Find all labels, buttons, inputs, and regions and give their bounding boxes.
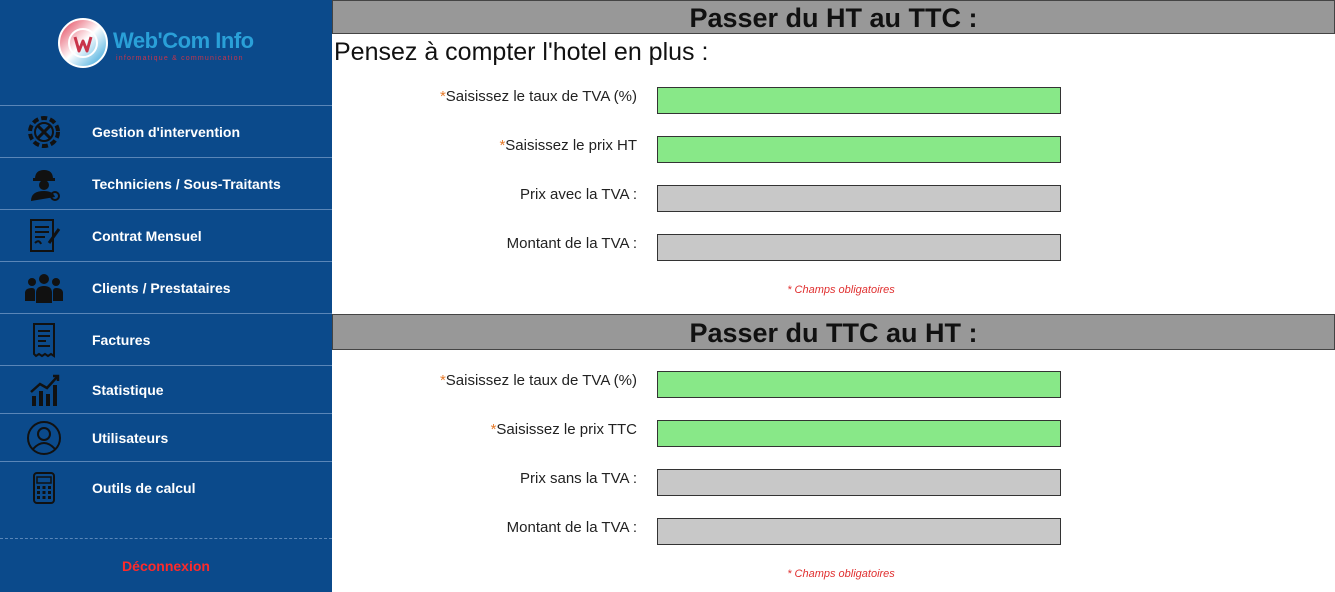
section-title-ht-ttc: Passer du HT au TTC :: [332, 0, 1335, 34]
brand-name: Web'Com Info: [113, 28, 254, 53]
main-content: Passer du HT au TTC : Pensez à compter l…: [332, 0, 1335, 592]
gear-x-icon: [24, 112, 64, 152]
hotel-reminder: Pensez à compter l'hotel en plus :: [334, 38, 709, 66]
group-icon: [24, 268, 64, 308]
sidebar-item-clients[interactable]: Clients / Prestataires: [0, 261, 332, 313]
tva-rate-label-2: *Saisissez le taux de TVA (%): [439, 372, 637, 389]
sidebar-item-gestion-intervention[interactable]: Gestion d'intervention: [0, 105, 332, 157]
sidebar-item-techniciens[interactable]: Techniciens / Sous-Traitants: [0, 157, 332, 209]
invoice-icon: [24, 320, 64, 360]
sidebar-item-label: Contrat Mensuel: [92, 227, 202, 244]
price-ttc-input[interactable]: [657, 420, 1061, 447]
tva-amount-output-2: [657, 518, 1061, 545]
price-ht-label: *Saisissez le prix HT: [499, 137, 637, 154]
sidebar-item-label: Outils de calcul: [92, 479, 196, 496]
technician-icon: [24, 164, 64, 204]
chart-icon: [24, 370, 64, 410]
sidebar-nav: Gestion d'intervention Techniciens / Sou…: [0, 105, 332, 513]
tva-amount-output: [657, 234, 1061, 261]
sidebar: Web'Com Info informatique & communicatio…: [0, 0, 332, 592]
sidebar-item-label: Clients / Prestataires: [92, 279, 231, 296]
section-title-ttc-ht: Passer du TTC au HT :: [332, 314, 1335, 350]
logout-link[interactable]: Déconnexion: [0, 558, 332, 574]
tva-amount-label: Montant de la TVA :: [506, 235, 637, 252]
tva-amount-label-2: Montant de la TVA :: [506, 519, 637, 536]
price-with-tva-output: [657, 185, 1061, 212]
user-icon: [24, 418, 64, 458]
logo[interactable]: Web'Com Info informatique & communicatio…: [58, 18, 278, 74]
required-fields-note: * Champs obligatoires: [787, 284, 895, 296]
price-with-tva-label: Prix avec la TVA :: [520, 186, 637, 203]
sidebar-item-outils-calcul[interactable]: Outils de calcul: [0, 461, 332, 513]
price-without-tva-output: [657, 469, 1061, 496]
price-ht-input[interactable]: [657, 136, 1061, 163]
sidebar-item-contrat-mensuel[interactable]: Contrat Mensuel: [0, 209, 332, 261]
sidebar-item-label: Gestion d'intervention: [92, 123, 241, 140]
sidebar-item-statistique[interactable]: Statistique: [0, 365, 332, 413]
calculator-icon: [24, 468, 64, 508]
contract-icon: [24, 216, 64, 256]
logo-emblem-icon: [58, 18, 108, 68]
sidebar-divider: [0, 538, 332, 539]
sidebar-item-label: Techniciens / Sous-Traitants: [92, 175, 281, 192]
required-fields-note-2: * Champs obligatoires: [787, 568, 895, 580]
brand-tagline: informatique & communication: [116, 55, 244, 62]
price-ttc-label: *Saisissez le prix TTC: [490, 421, 637, 438]
price-without-tva-label: Prix sans la TVA :: [520, 470, 637, 487]
sidebar-item-label: Statistique: [92, 381, 164, 398]
sidebar-item-label: Utilisateurs: [92, 429, 169, 446]
sidebar-item-label: Factures: [92, 331, 151, 348]
sidebar-item-utilisateurs[interactable]: Utilisateurs: [0, 413, 332, 461]
tva-rate-label: *Saisissez le taux de TVA (%): [439, 88, 637, 105]
sidebar-item-factures[interactable]: Factures: [0, 313, 332, 365]
tva-rate-input-2[interactable]: [657, 371, 1061, 398]
tva-rate-input[interactable]: [657, 87, 1061, 114]
